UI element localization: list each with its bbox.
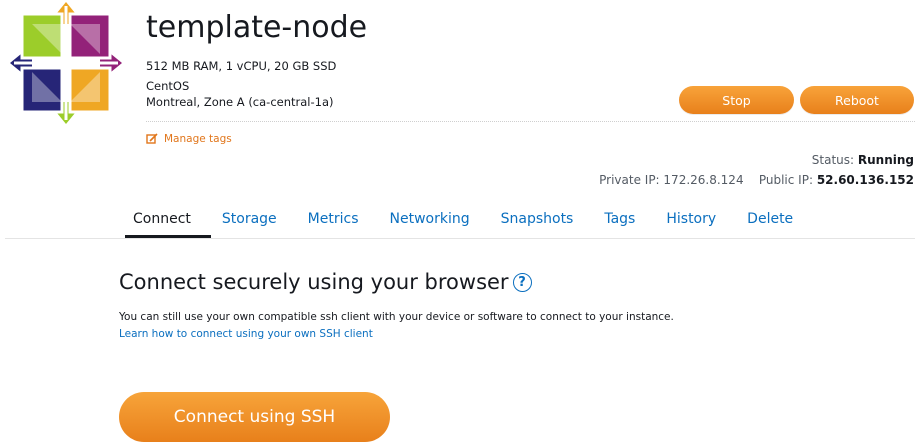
tab-connect[interactable]: Connect (133, 211, 191, 227)
instance-name: template-node (146, 10, 368, 45)
question-circle-icon[interactable]: ? (512, 272, 532, 292)
manage-tags-link[interactable]: Manage tags (146, 133, 232, 145)
instance-location: Montreal, Zone A (ca-central-1a) (146, 95, 334, 109)
connect-heading-text: Connect securely using your browser (119, 270, 509, 294)
tab-tags[interactable]: Tags (604, 211, 635, 227)
tab-history[interactable]: History (666, 211, 716, 227)
tab-metrics[interactable]: Metrics (308, 211, 359, 227)
tab-storage[interactable]: Storage (222, 211, 277, 227)
header-divider (146, 121, 915, 122)
tab-snapshots[interactable]: Snapshots (501, 211, 574, 227)
tab-delete[interactable]: Delete (747, 211, 793, 227)
status-label: Status: (811, 153, 855, 167)
tab-divider (5, 238, 915, 239)
connect-ssh-button[interactable]: Connect using SSH (119, 392, 390, 442)
connect-heading: Connect securely using your browser ? (119, 270, 532, 294)
tab-bar: Connect Storage Metrics Networking Snaps… (133, 211, 793, 227)
status-line: Status: Running (812, 153, 914, 167)
instance-os: CentOS (146, 79, 190, 93)
connect-description-text: You can still use your own compatible ss… (119, 311, 674, 323)
instance-specs: 512 MB RAM, 1 vCPU, 20 GB SSD (146, 59, 337, 73)
reboot-button[interactable]: Reboot (800, 86, 914, 114)
edit-icon (146, 133, 158, 144)
stop-button[interactable]: Stop (679, 86, 794, 114)
private-ip-label: Private IP: (599, 173, 660, 187)
tab-networking[interactable]: Networking (390, 211, 470, 227)
learn-ssh-link[interactable]: Learn how to connect using your own SSH … (119, 328, 373, 340)
status-value: Running (857, 153, 914, 167)
public-ip-label: Public IP: (758, 173, 813, 187)
centos-logo (10, 2, 122, 124)
connect-description: You can still use your own compatible ss… (119, 309, 679, 343)
private-ip-value: 172.26.8.124 (663, 173, 744, 187)
ip-line: Private IP: 172.26.8.124 Public IP: 52.6… (599, 173, 914, 187)
manage-tags-label: Manage tags (164, 133, 232, 145)
public-ip-value: 52.60.136.152 (816, 173, 914, 187)
